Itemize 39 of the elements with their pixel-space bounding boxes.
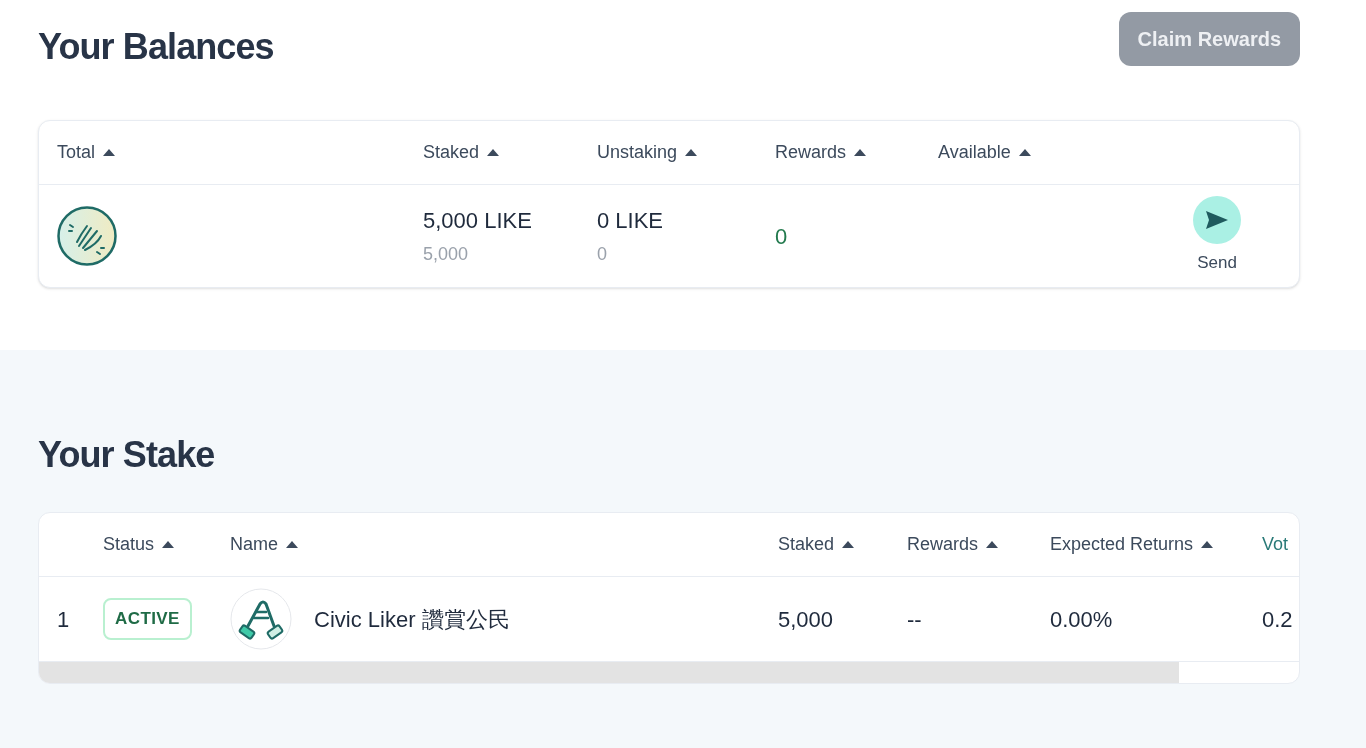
sort-caret-icon [685, 149, 698, 156]
send-label[interactable]: Send [1197, 250, 1237, 276]
staked-amount: 5,000 LIKE [423, 207, 533, 235]
sort-caret-icon [986, 541, 999, 548]
sort-caret-icon [842, 541, 855, 548]
unstaking-amount: 0 LIKE [597, 207, 665, 235]
section-title: Your Stake [38, 433, 216, 477]
sort-caret-icon [162, 541, 175, 548]
column-header[interactable]: Name [230, 531, 278, 558]
sort-caret-icon [487, 149, 500, 156]
send-icon [1206, 211, 1228, 230]
column-header[interactable]: Available [938, 139, 1011, 166]
staked-value: 5,000 [423, 243, 470, 266]
table-cell-text: 5,000 [778, 605, 835, 634]
column-header[interactable]: Total [57, 139, 96, 166]
column-header[interactable]: Vot [1262, 531, 1289, 558]
sort-caret-icon [103, 149, 116, 156]
rewards-amount: 0 [775, 222, 789, 251]
table-cell-text: -- [907, 605, 923, 634]
column-header[interactable]: Unstaking [597, 139, 678, 166]
row-number: 1 [57, 605, 71, 634]
sort-caret-icon [1201, 541, 1214, 548]
table-cell-text: 0.00% [1050, 605, 1114, 634]
column-header[interactable]: Rewards [775, 139, 847, 166]
table-cell-text: 0.2 [1262, 605, 1294, 634]
sort-caret-icon [1018, 149, 1031, 156]
status-badge: ACTIVE [103, 598, 192, 640]
column-header[interactable]: Staked [423, 139, 480, 166]
validator-name[interactable]: Civic Liker 讚賞公民 [314, 602, 510, 636]
column-header[interactable]: Status [103, 531, 155, 558]
column-header[interactable]: Expected Returns [1050, 531, 1194, 558]
sort-caret-icon [286, 541, 298, 548]
scrollbar-thumb[interactable] [39, 662, 1179, 683]
sort-caret-icon [854, 149, 867, 156]
section-title: Your Balances [38, 25, 274, 69]
unstaking-value: 0 [597, 243, 608, 266]
send-icon-button[interactable] [1193, 196, 1241, 245]
column-header[interactable]: Staked [778, 531, 835, 558]
column-header[interactable]: Rewards [907, 531, 979, 558]
